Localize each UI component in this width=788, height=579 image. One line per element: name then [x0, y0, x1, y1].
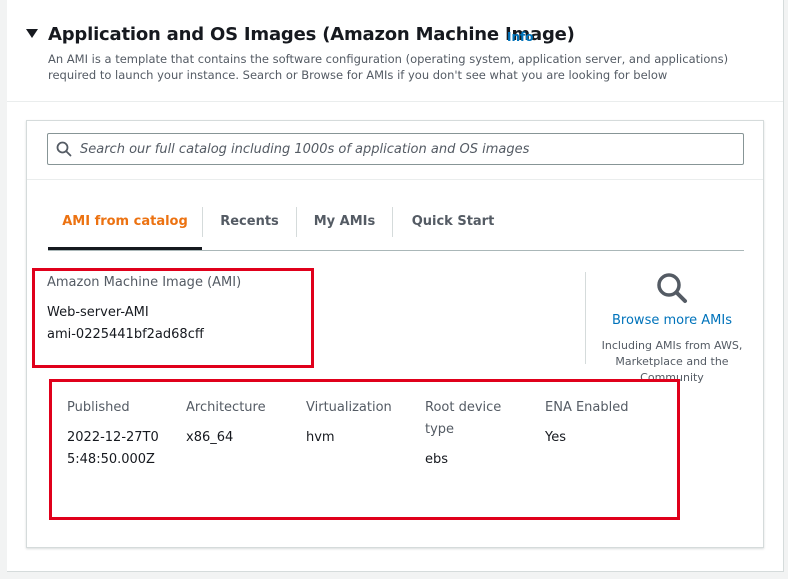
- section-header: Application and OS Images (Amazon Machin…: [7, 0, 783, 102]
- tab-ami-from-catalog[interactable]: AMI from catalog: [48, 207, 202, 250]
- highlight-box-ami: [32, 268, 314, 368]
- search-icon: [56, 141, 72, 157]
- browse-more-amis: Browse more AMIs Including AMIs from AWS…: [597, 271, 747, 386]
- section-title: Application and OS Images (Amazon Machin…: [48, 24, 575, 45]
- info-link[interactable]: Info: [507, 30, 533, 44]
- tab-my-amis[interactable]: My AMIs: [297, 207, 392, 250]
- ami-section-panel: Application and OS Images (Amazon Machin…: [7, 0, 784, 572]
- search-bar-area: [27, 121, 763, 180]
- ami-tabs: AMI from catalog Recents My AMIs Quick S…: [48, 207, 744, 251]
- search-icon[interactable]: [655, 271, 689, 305]
- browse-more-amis-link[interactable]: Browse more AMIs: [597, 313, 747, 328]
- ami-card: AMI from catalog Recents My AMIs Quick S…: [26, 120, 764, 548]
- tab-quick-start[interactable]: Quick Start: [393, 207, 513, 250]
- browse-divider: [585, 272, 586, 364]
- catalog-search-box[interactable]: [47, 133, 744, 165]
- search-input[interactable]: [80, 134, 730, 164]
- highlight-box-details: [49, 379, 680, 520]
- tab-recents[interactable]: Recents: [203, 207, 296, 250]
- caret-down-icon[interactable]: [26, 29, 38, 38]
- section-description: An AMI is a template that contains the s…: [48, 52, 729, 82]
